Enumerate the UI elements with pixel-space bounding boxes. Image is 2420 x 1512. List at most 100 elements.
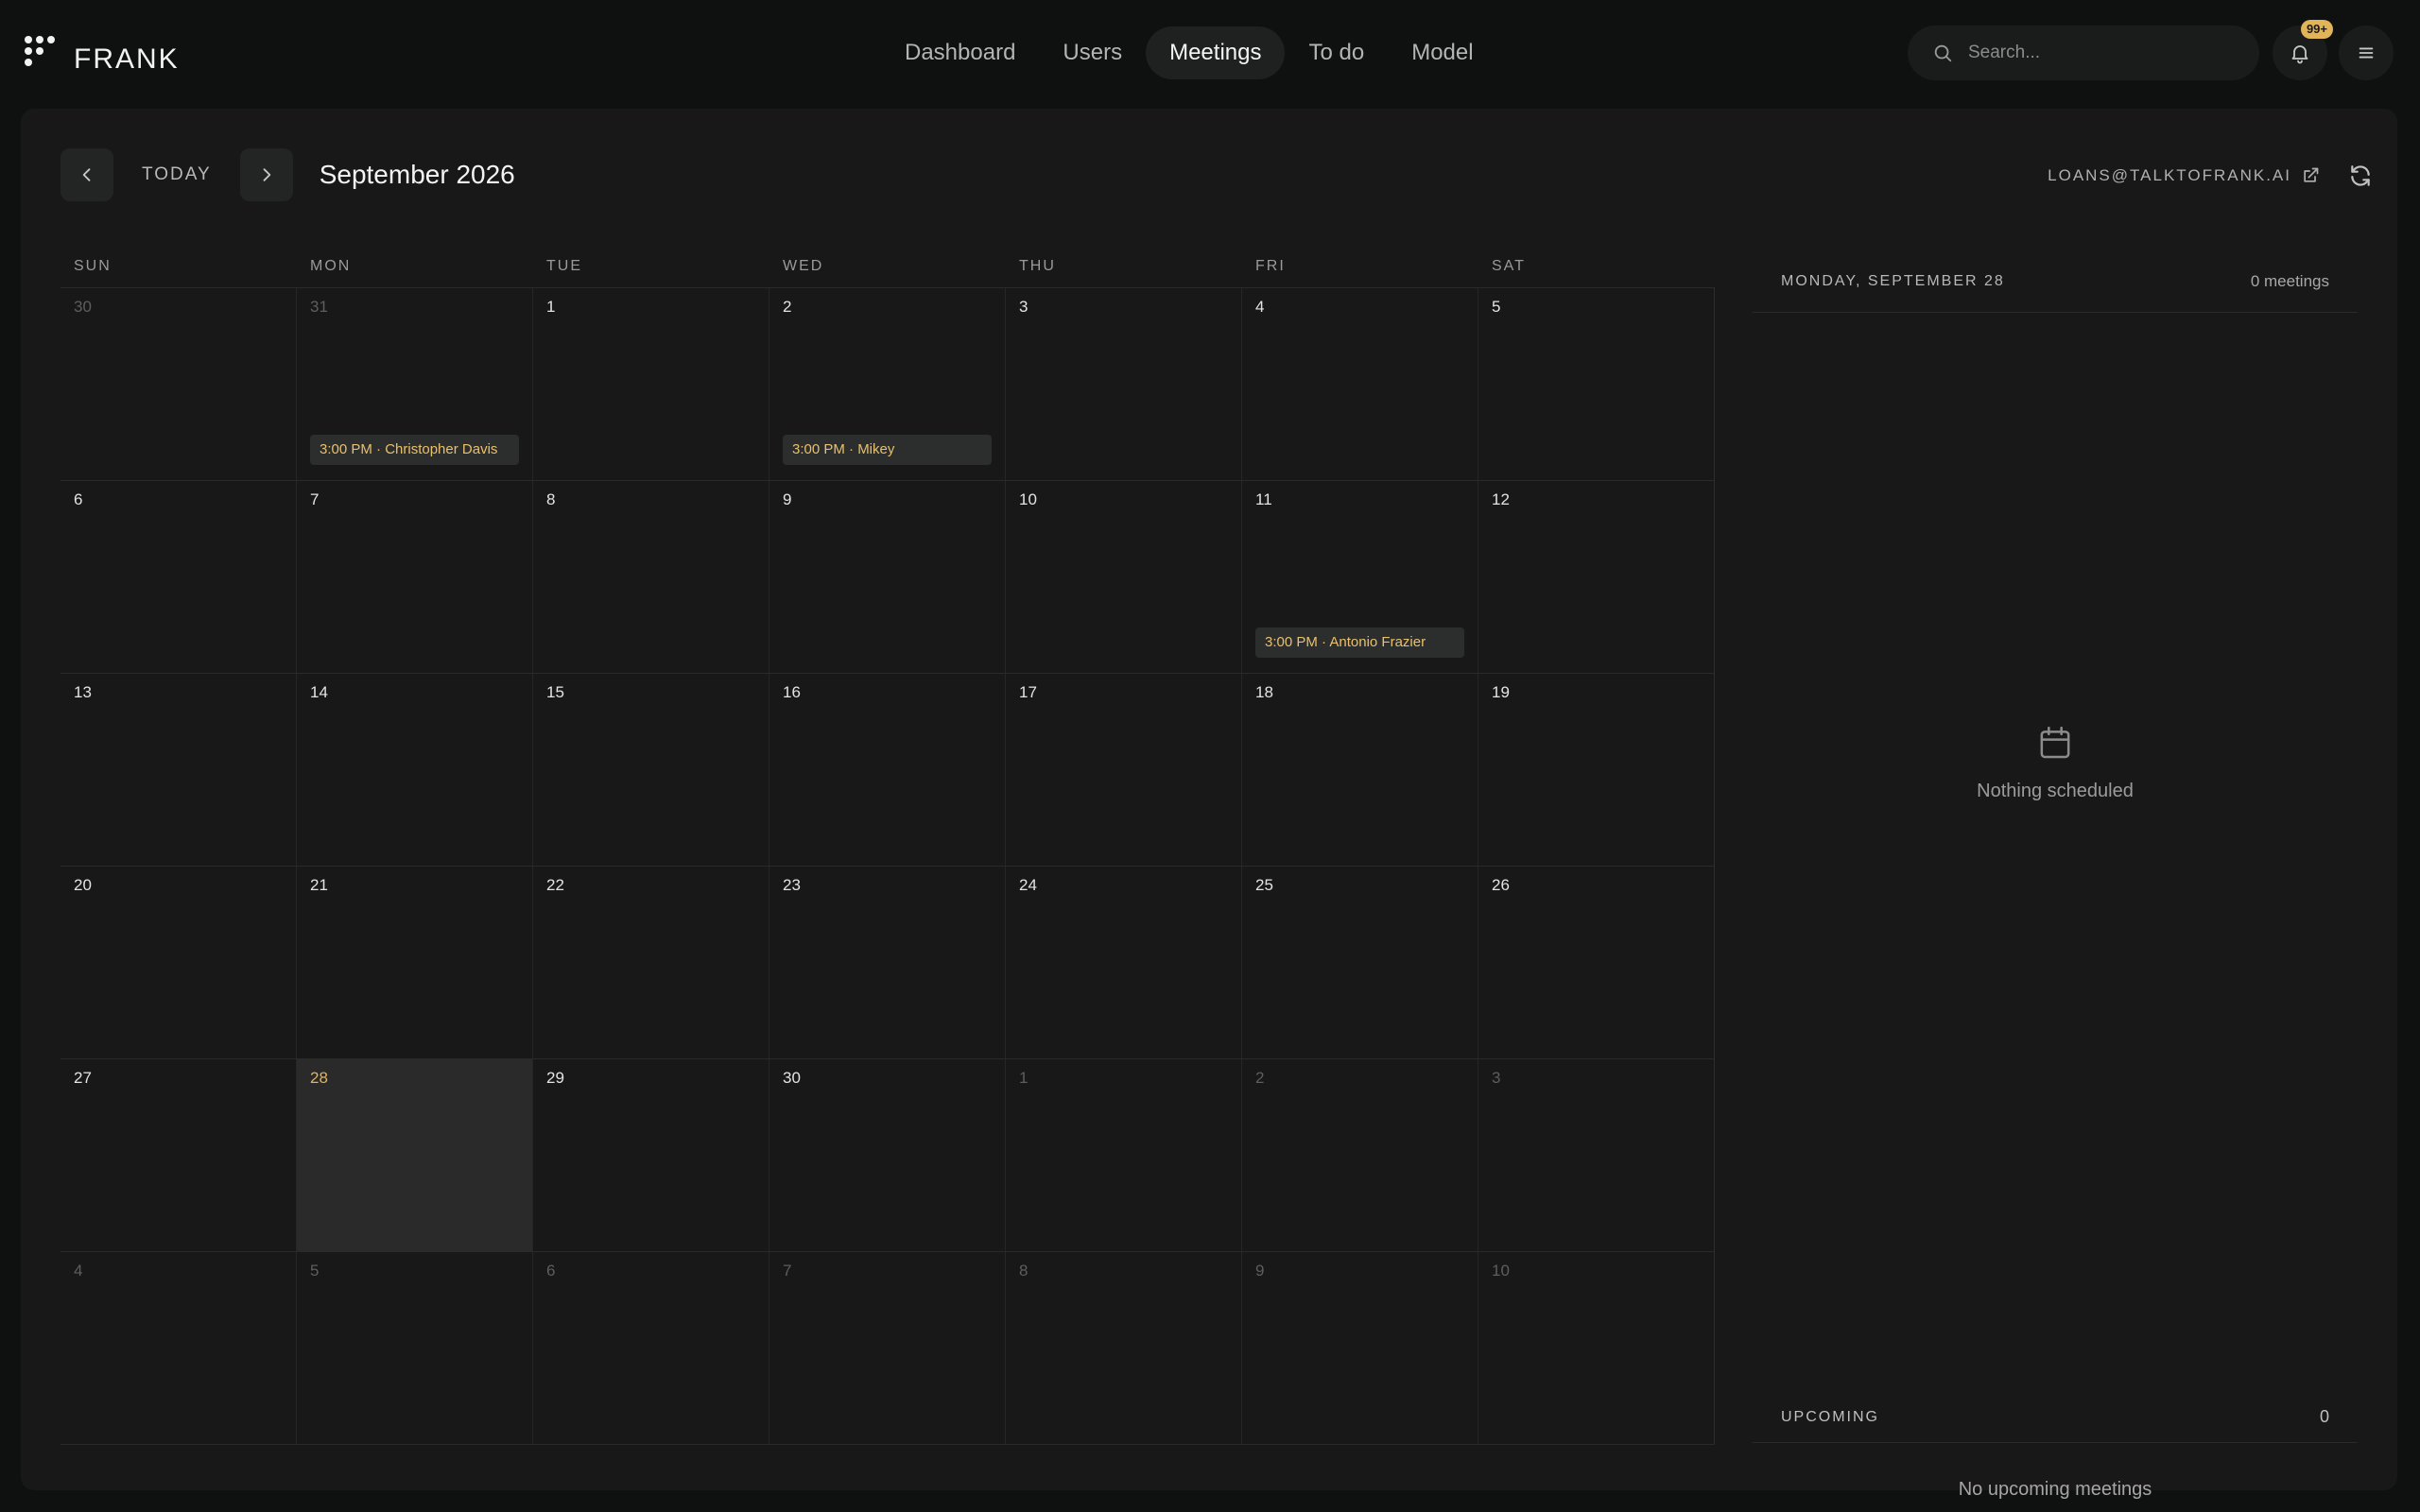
day-number: 13: [74, 683, 92, 701]
nav-to-do[interactable]: To do: [1285, 26, 1388, 79]
nav-meetings[interactable]: Meetings: [1146, 26, 1286, 79]
day-cell[interactable]: 26: [1478, 867, 1715, 1058]
external-link-icon: [2304, 167, 2319, 182]
upcoming-label: UPCOMING: [1781, 1408, 1879, 1425]
meeting-event[interactable]: 3:00 PM · Christopher Davis: [310, 435, 519, 465]
day-number: 30: [783, 1069, 801, 1087]
calendar-email: LOANS@TALKTOFRANK.AI: [2048, 166, 2291, 184]
day-cell[interactable]: 27: [60, 1059, 297, 1251]
nav-model[interactable]: Model: [1388, 26, 1496, 79]
notifications-button[interactable]: 99+: [2273, 20, 2333, 80]
day-number: 19: [1492, 683, 1510, 701]
day-cell[interactable]: 4: [60, 1252, 297, 1444]
day-cell[interactable]: 1: [533, 288, 769, 480]
day-cell[interactable]: 7: [769, 1252, 1006, 1444]
day-cell[interactable]: 11 3:00 PM · Antonio Frazier: [1242, 481, 1478, 673]
day-cell[interactable]: 15: [533, 674, 769, 866]
meeting-event[interactable]: 3:00 PM · Mikey: [783, 435, 992, 465]
dow-tue: TUE: [546, 258, 582, 274]
day-cell[interactable]: 22: [533, 867, 769, 1058]
day-cell[interactable]: 24: [1006, 867, 1242, 1058]
day-number: 31: [310, 298, 328, 316]
day-cell[interactable]: 7: [297, 481, 533, 673]
nav-users[interactable]: Users: [1039, 26, 1146, 79]
day-cell[interactable]: 3: [1478, 1059, 1715, 1251]
day-cell[interactable]: 10: [1478, 1252, 1715, 1444]
search-input[interactable]: [1968, 43, 2233, 63]
day-number: 4: [1255, 298, 1265, 316]
day-cell[interactable]: 12: [1478, 481, 1715, 673]
day-number: 12: [1492, 490, 1510, 508]
day-number: 11: [1255, 490, 1272, 508]
calendar-week: 30 31 3:00 PM · Christopher Davis 1 2 3:00 PM…: [60, 288, 1715, 481]
day-cell[interactable]: 31 3:00 PM · Christopher Davis: [297, 288, 533, 480]
day-number: 8: [1019, 1262, 1028, 1280]
day-cell[interactable]: 19: [1478, 674, 1715, 866]
day-cell[interactable]: 10: [1006, 481, 1242, 673]
day-number: 14: [310, 683, 328, 701]
day-cell[interactable]: 2: [1242, 1059, 1478, 1251]
day-cell[interactable]: 18: [1242, 674, 1478, 866]
day-cell[interactable]: 30: [60, 288, 297, 480]
chevron-right-icon: [263, 168, 270, 181]
day-cell[interactable]: 30: [769, 1059, 1006, 1251]
upcoming-count: 0: [2319, 1407, 2329, 1426]
day-cell[interactable]: 9: [769, 481, 1006, 673]
day-number: 3: [1492, 1069, 1501, 1087]
day-cell[interactable]: 9: [1242, 1252, 1478, 1444]
calendar-week: 4 5 6 7 8 9 10: [60, 1252, 1715, 1445]
calendar-icon: [2040, 726, 2070, 759]
day-number: 9: [783, 490, 792, 508]
hamburger-icon: [2359, 47, 2374, 59]
empty-state-text: Nothing scheduled: [1977, 781, 2134, 801]
today-button[interactable]: TODAY: [113, 164, 240, 185]
day-cell[interactable]: 5: [297, 1252, 533, 1444]
day-cell[interactable]: 1: [1006, 1059, 1242, 1251]
day-number: 6: [74, 490, 83, 508]
day-number: 9: [1255, 1262, 1265, 1280]
nav-dashboard[interactable]: Dashboard: [881, 26, 1039, 79]
day-cell[interactable]: 20: [60, 867, 297, 1058]
menu-button[interactable]: [2339, 26, 2394, 80]
day-cell[interactable]: 14: [297, 674, 533, 866]
prev-month-button[interactable]: [60, 148, 113, 201]
day-number: 29: [546, 1069, 564, 1087]
logo-icon: [25, 36, 62, 74]
day-cell[interactable]: 21: [297, 867, 533, 1058]
dow-sun: SUN: [74, 258, 112, 274]
day-cell[interactable]: 5: [1478, 288, 1715, 480]
day-cell[interactable]: 4: [1242, 288, 1478, 480]
day-cell[interactable]: 8: [533, 481, 769, 673]
day-cell[interactable]: 13: [60, 674, 297, 866]
day-number: 7: [783, 1262, 792, 1280]
day-cell[interactable]: 25: [1242, 867, 1478, 1058]
dow-wed: WED: [783, 258, 824, 274]
day-sidebar: MONDAY, SEPTEMBER 28 0 meetings Nothing …: [1753, 250, 2358, 1500]
selected-date: MONDAY, SEPTEMBER 28: [1781, 272, 2005, 289]
day-cell[interactable]: 16: [769, 674, 1006, 866]
day-cell[interactable]: 3: [1006, 288, 1242, 480]
day-cell[interactable]: 28: [297, 1059, 533, 1251]
day-cell[interactable]: 2 3:00 PM · Mikey: [769, 288, 1006, 480]
calendar-week: 6 7 8 9 10 11 3:00 PM · Antonio Frazier 12: [60, 481, 1715, 674]
day-cell[interactable]: 23: [769, 867, 1006, 1058]
dow-thu: THU: [1019, 258, 1056, 274]
search-box[interactable]: [1908, 26, 2259, 80]
day-cell[interactable]: 6: [533, 1252, 769, 1444]
meeting-event[interactable]: 3:00 PM · Antonio Frazier: [1255, 627, 1464, 658]
day-cell[interactable]: 17: [1006, 674, 1242, 866]
day-number: 3: [1019, 298, 1028, 316]
refresh-button[interactable]: [2348, 163, 2373, 188]
refresh-icon: [2351, 165, 2370, 186]
calendar-email-link[interactable]: LOANS@TALKTOFRANK.AI: [2048, 166, 2320, 185]
logo[interactable]: FRANK: [25, 34, 180, 76]
top-bar: FRANK Dashboard Users Meetings To do Mod…: [0, 0, 2420, 108]
day-cell[interactable]: 6: [60, 481, 297, 673]
day-cell[interactable]: 8: [1006, 1252, 1242, 1444]
day-number: 23: [783, 876, 801, 894]
next-month-button[interactable]: [239, 148, 293, 201]
calendar-header: TODAY September 2026: [60, 148, 515, 201]
day-cell[interactable]: 29: [533, 1059, 769, 1251]
day-number: 25: [1255, 876, 1273, 894]
day-number: 6: [546, 1262, 556, 1280]
